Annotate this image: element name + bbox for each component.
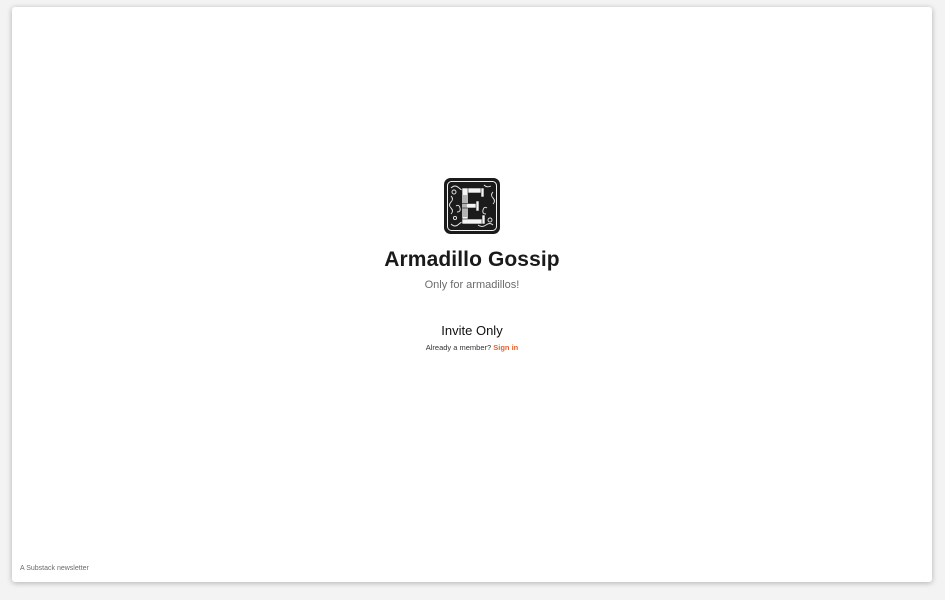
invite-card: Armadillo Gossip Only for armadillos! In… — [12, 178, 932, 353]
invite-only-heading: Invite Only — [441, 323, 503, 338]
publication-subtitle: Only for armadillos! — [424, 279, 520, 291]
page-window: Armadillo Gossip Only for armadillos! In… — [12, 7, 932, 582]
member-prompt-text: Already a member? — [425, 343, 494, 352]
member-prompt-line: Already a member? Sign in — [426, 343, 519, 353]
substack-footer-note: A Substack newsletter — [20, 565, 89, 572]
publication-logo-icon — [444, 178, 500, 234]
publication-title: Armadillo Gossip — [384, 248, 560, 271]
sign-in-link[interactable]: Sign in — [493, 343, 518, 352]
